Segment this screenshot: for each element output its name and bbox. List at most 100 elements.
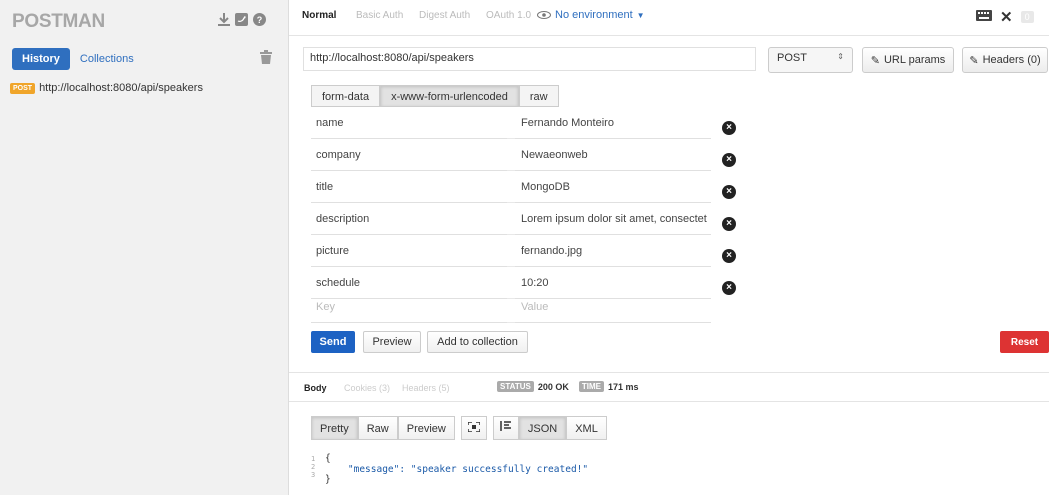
eye-icon [537,11,551,19]
divider [515,138,711,139]
param-value-input[interactable]: Newaeonweb [521,149,713,161]
param-row: picture fernando.jpg [311,237,711,267]
param-row: name Fernando Monteiro [311,109,711,139]
xml-button[interactable]: XML [566,416,607,440]
url-input[interactable]: http://localhost:8080/api/speakers [303,47,756,71]
format-group: JSON XML [492,416,607,440]
environment-label: No environment [555,9,633,21]
time-value: 171 ms [607,381,639,392]
environment-selector[interactable]: No environment ▼ [537,9,645,21]
param-key-input[interactable]: name [316,117,344,129]
send-button[interactable]: Send [311,331,355,353]
top-right-icons: ✕ 0 [976,8,1034,26]
fullscreen-icon[interactable] [460,416,487,440]
param-value-input[interactable]: Lorem ipsum dolor sit amet, consectet [521,213,713,225]
method-value: POST [777,52,807,64]
delete-row-icon[interactable]: × [722,185,736,199]
reset-button[interactable]: Reset [1000,331,1049,353]
method-select[interactable]: POST ⇕ [768,47,853,73]
param-row: company Newaeonweb [311,141,711,171]
divider [515,170,711,171]
tab-response-headers[interactable]: Headers (5) [402,383,450,393]
param-key-input[interactable]: title [316,181,333,193]
param-key-input[interactable]: company [316,149,361,161]
tab-oauth[interactable]: OAuth 1.0 [486,10,531,21]
delete-row-icon[interactable]: × [722,121,736,135]
postman-app: POSTMAN ? History Collections POST http:… [0,0,1049,495]
divider [515,322,711,323]
json-button[interactable]: JSON [518,416,567,440]
status-value: 200 OK [537,381,569,392]
trash-icon[interactable] [260,50,272,67]
sidebar-tabs: History Collections [12,48,144,70]
divider [311,202,507,203]
delete-row-icon[interactable]: × [722,281,736,295]
time-tag: TIME [578,381,604,392]
tab-cookies[interactable]: Cookies (3) [344,383,390,393]
code-line: "message": "speaker successfully created… [325,464,589,475]
status-indicator: STATUS 200 OK TIME 171 ms [497,381,638,392]
new-key-input[interactable]: Key [316,301,335,313]
status-tag: STATUS [497,381,534,392]
response-bar: Body Cookies (3) Headers (5) STATUS 200 … [289,372,1049,402]
preview-button[interactable]: Preview [363,331,421,353]
url-params-button[interactable]: ✎ URL params [862,47,954,73]
tab-normal[interactable]: Normal [302,10,336,21]
body-type-tabs: form-data x-www-form-urlencoded raw [311,85,559,107]
select-arrows-icon: ⇕ [837,52,844,61]
tab-collections[interactable]: Collections [70,48,144,70]
param-value-input[interactable]: fernando.jpg [521,245,713,257]
download-icon[interactable] [216,12,231,27]
tab-basic-auth[interactable]: Basic Auth [356,10,403,21]
history-item[interactable]: POST http://localhost:8080/api/speakers [10,82,203,94]
tab-digest-auth[interactable]: Digest Auth [419,10,470,21]
main-panel: Normal Basic Auth Digest Auth OAuth 1.0 … [289,0,1049,495]
divider [515,234,711,235]
tab-history[interactable]: History [12,48,70,70]
param-key-input[interactable]: picture [316,245,349,257]
settings-icon[interactable]: ✕ [1000,8,1013,26]
view-mode-group: Pretty Raw Preview [311,416,455,440]
code-line: } [325,474,331,485]
app-logo: POSTMAN [12,11,105,32]
headers-label: Headers (0) [982,54,1041,66]
param-key-input[interactable]: schedule [316,277,360,289]
divider [311,322,507,323]
divider [515,202,711,203]
twitter-icon[interactable] [234,12,249,27]
delete-row-icon[interactable]: × [722,153,736,167]
tab-urlencoded[interactable]: x-www-form-urlencoded [380,85,519,107]
headers-button[interactable]: ✎ Headers (0) [962,47,1048,73]
param-value-input[interactable]: MongoDB [521,181,713,193]
edit-icon: ✎ [870,54,880,67]
divider [311,138,507,139]
code-line: { [325,453,331,464]
pretty-button[interactable]: Pretty [311,416,358,440]
caret-down-icon: ▼ [636,10,645,20]
delete-row-icon[interactable]: × [722,249,736,263]
wrap-icon[interactable] [492,416,519,440]
raw-button[interactable]: Raw [357,416,398,440]
tab-body[interactable]: Body [304,383,327,393]
keyboard-icon[interactable] [976,10,992,24]
divider [311,234,507,235]
help-icon[interactable]: ? [252,12,267,27]
auth-tabs-bar: Normal Basic Auth Digest Auth OAuth 1.0 … [289,0,1049,36]
divider [311,266,507,267]
post-method-badge: POST [10,82,36,94]
delete-row-icon[interactable]: × [722,217,736,231]
tab-form-data[interactable]: form-data [311,85,381,107]
param-value-input[interactable]: 10:20 [521,277,713,289]
new-value-input[interactable]: Value [521,301,713,313]
history-item-url: http://localhost:8080/api/speakers [39,82,203,94]
sidebar-icons: ? [216,12,267,27]
new-param-row: Key Value [311,293,711,323]
preview-view-button[interactable]: Preview [397,416,455,440]
divider [515,266,711,267]
tab-raw[interactable]: raw [518,85,559,107]
param-value-input[interactable]: Fernando Monteiro [521,117,713,129]
add-to-collection-button[interactable]: Add to collection [427,331,528,353]
line-number: 3 [311,471,316,479]
param-key-input[interactable]: description [316,213,369,225]
param-row: title MongoDB [311,173,711,203]
